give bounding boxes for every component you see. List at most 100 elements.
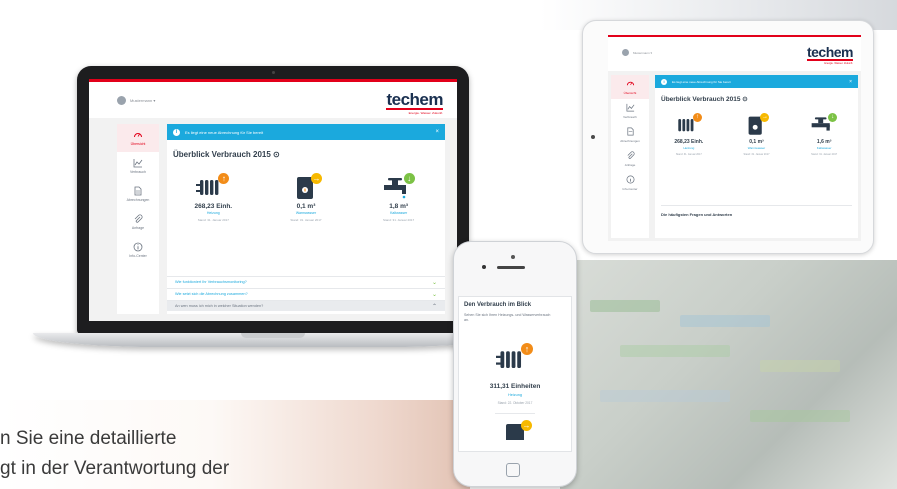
tile-value: 0,1 m³ xyxy=(749,139,764,145)
laptop-screen: Mustermann ▾ techem Energie. Wasser. Zuk… xyxy=(89,79,457,321)
tile-value: 1,8 m³ xyxy=(389,203,409,210)
tablet-home-button[interactable] xyxy=(591,135,595,139)
tile-date: Stand: 31. Januar 2017 xyxy=(290,218,322,222)
sidebar-item-uebersicht[interactable]: Übersicht xyxy=(611,75,649,99)
background-text-line-2: gt in der Verantwortung der xyxy=(0,458,230,479)
notification-banner[interactable]: i Es liegt eine neue Abrechnung für Sie … xyxy=(655,75,858,88)
tile-date: Stand: 31. Januar 2017 xyxy=(197,218,229,222)
phone-date: Stand: 22. Oktober 2017 xyxy=(497,401,533,405)
consumption-tiles: ↑ 268,23 Einh. Heizung Stand: 31. Januar… xyxy=(167,173,445,222)
tile-value: 268,23 Einh. xyxy=(194,203,233,210)
sidebar-label: Verbrauch xyxy=(130,170,146,174)
info-icon xyxy=(133,242,143,252)
techem-logo[interactable]: techem Energie. Wasser. Zukunft. xyxy=(386,91,443,115)
sidebar-item-abrechnungen[interactable]: Abrechnungen xyxy=(611,123,649,147)
radiator-icon: ↑ xyxy=(196,173,230,199)
faq-question: Wie funktioniert Ihr Verbrauchsmonitorin… xyxy=(175,280,247,284)
tile-cold-water[interactable]: ↓ 1,8 m³ Kaltwasser Stand: 31. Januar 20… xyxy=(359,173,439,222)
sidebar-label: Abrechnungen xyxy=(620,139,640,143)
tile-date: Stand: 31. Januar 2017 xyxy=(811,153,838,156)
tile-date: Stand: 31. Januar 2017 xyxy=(675,153,702,156)
user-menu[interactable]: Mustermann ▾ xyxy=(117,96,155,105)
phone-camera xyxy=(511,255,515,259)
sidebar-item-uebersicht[interactable]: Übersicht xyxy=(117,124,159,152)
app-header: Mustermann ▾ techem Energie. Wasser. Zuk… xyxy=(608,35,861,71)
page-title: Überblick Verbrauch 2015 ⊙ xyxy=(173,150,280,159)
sidebar-item-abrechnungen[interactable]: Abrechnungen xyxy=(117,180,159,208)
main-panel: i Es liegt eine neue Abrechnung für Sie … xyxy=(655,75,858,238)
sidebar-item-anfrage[interactable]: Anfrage xyxy=(117,208,159,236)
logo-tagline: Energie. Wasser. Zukunft. xyxy=(824,62,853,65)
sidebar-item-verbrauch[interactable]: Verbrauch xyxy=(611,99,649,123)
user-name: Mustermann ▾ xyxy=(130,98,156,103)
document-icon xyxy=(625,127,635,137)
laptop: Mustermann ▾ techem Energie. Wasser. Zuk… xyxy=(77,66,469,334)
sidebar-item-info-center[interactable]: Info-Center xyxy=(117,236,159,264)
tile-value: 268,23 Einh. xyxy=(674,139,704,145)
phone-value: 311,31 Einheiten xyxy=(489,383,541,390)
notification-banner[interactable]: i Es liegt eine neue Abrechnung für Sie … xyxy=(167,124,445,140)
faq-heading: Die häufigsten Fragen und Antworten xyxy=(661,205,852,217)
tile-label: Heizung xyxy=(206,211,220,215)
close-icon[interactable]: × xyxy=(435,129,439,135)
close-icon[interactable]: × xyxy=(849,79,852,85)
faq-item-open[interactable]: An wen muss ich mich in welcher Situatio… xyxy=(167,300,445,311)
phone-screen: Den Verbrauch im Blick Sehen Sie sich Ih… xyxy=(458,296,572,452)
boiler-icon: → xyxy=(289,173,323,199)
boiler-icon: → xyxy=(496,420,534,442)
sidebar-label: Übersicht xyxy=(130,142,146,146)
logo-wordmark: techem xyxy=(806,44,854,61)
background-photo xyxy=(560,260,897,489)
faq-item[interactable]: Wie funktioniert Ihr Verbrauchsmonitorin… xyxy=(167,276,445,287)
avatar xyxy=(117,96,126,105)
tile-heating[interactable]: ↑ 268,23 Einh. Heizung Stand: 31. Januar… xyxy=(173,173,253,222)
phone-home-button[interactable] xyxy=(506,463,520,477)
radiator-icon: ↑ xyxy=(675,113,703,135)
tile-label: Warmwasser xyxy=(295,211,317,215)
info-icon: i xyxy=(661,78,667,85)
arrow-up-icon: ↑ xyxy=(692,113,702,122)
app-header: Mustermann ▾ techem Energie. Wasser. Zuk… xyxy=(89,79,457,118)
phone-subtitle: Sehen Sie sich Ihren Heizungs- und Wasse… xyxy=(464,313,551,322)
faucet-icon: ↓ xyxy=(810,113,838,135)
gauge-icon xyxy=(133,130,143,140)
arrow-down-icon: ↓ xyxy=(403,173,415,184)
tile-label: Warmwasser xyxy=(747,146,766,150)
laptop-base xyxy=(33,333,513,347)
info-icon xyxy=(625,175,635,185)
logo-wordmark: techem xyxy=(386,90,443,110)
laptop-notch xyxy=(241,333,305,338)
sidebar-label: Anfrage xyxy=(131,226,145,230)
sidebar-item-anfrage[interactable]: Anfrage xyxy=(611,147,649,171)
background-text-line-1: n Sie eine detaillierte xyxy=(0,428,177,449)
chevron-down-icon: ⌄ xyxy=(431,279,437,286)
logo-tagline: Energie. Wasser. Zukunft. xyxy=(408,111,443,115)
tile-cold-water[interactable]: ↓ 1,6 m³ Kaltwasser Stand: 31. Januar 20… xyxy=(794,113,854,156)
faucet-icon: ↓ xyxy=(382,173,416,199)
smartphone: Den Verbrauch im Blick Sehen Sie sich Ih… xyxy=(453,241,577,487)
tile-warm-water[interactable]: → 0,1 m³ Warmwasser Stand: 31. Januar 20… xyxy=(266,173,346,222)
phone-speaker xyxy=(497,266,525,269)
consumption-tiles: ↑ 268,23 Einh. Heizung Stand: 31. Januar… xyxy=(655,113,858,156)
chevron-up-icon: ⌃ xyxy=(431,303,437,310)
user-name: Mustermann ▾ xyxy=(633,50,653,55)
sidebar-item-verbrauch[interactable]: Verbrauch xyxy=(117,152,159,180)
sidebar-label: Verbrauch xyxy=(623,115,637,119)
document-icon xyxy=(133,186,143,196)
tile-warm-water[interactable]: → 0,1 m³ Warmwasser Stand: 31. Januar 20… xyxy=(726,113,786,156)
banner-text: Es liegt eine neue Abrechnung für Sie be… xyxy=(672,79,731,84)
faq-item[interactable]: Wie setzt sich die Abrechnung zusammen? … xyxy=(167,288,445,299)
tile-label: Heizung xyxy=(683,146,695,150)
tile-heating[interactable]: ↑ 268,23 Einh. Heizung Stand: 31. Januar… xyxy=(659,113,719,156)
sidebar-label: Anfrage xyxy=(624,163,636,167)
tile-value: 0,1 m³ xyxy=(296,203,316,210)
sidebar-label: Info-Center xyxy=(129,254,147,258)
main-panel: i Es liegt eine neue Abrechnung für Sie … xyxy=(167,124,445,314)
gauge-icon xyxy=(625,79,635,89)
techem-logo[interactable]: techem Energie. Wasser. Zukunft. xyxy=(806,44,854,65)
chart-icon xyxy=(625,103,635,113)
sidebar-item-info-center[interactable]: Info-Center xyxy=(611,171,649,195)
sidebar-label: Info-Center xyxy=(622,187,638,191)
boiler-icon: → xyxy=(742,113,770,135)
user-menu[interactable]: Mustermann ▾ xyxy=(622,49,652,56)
